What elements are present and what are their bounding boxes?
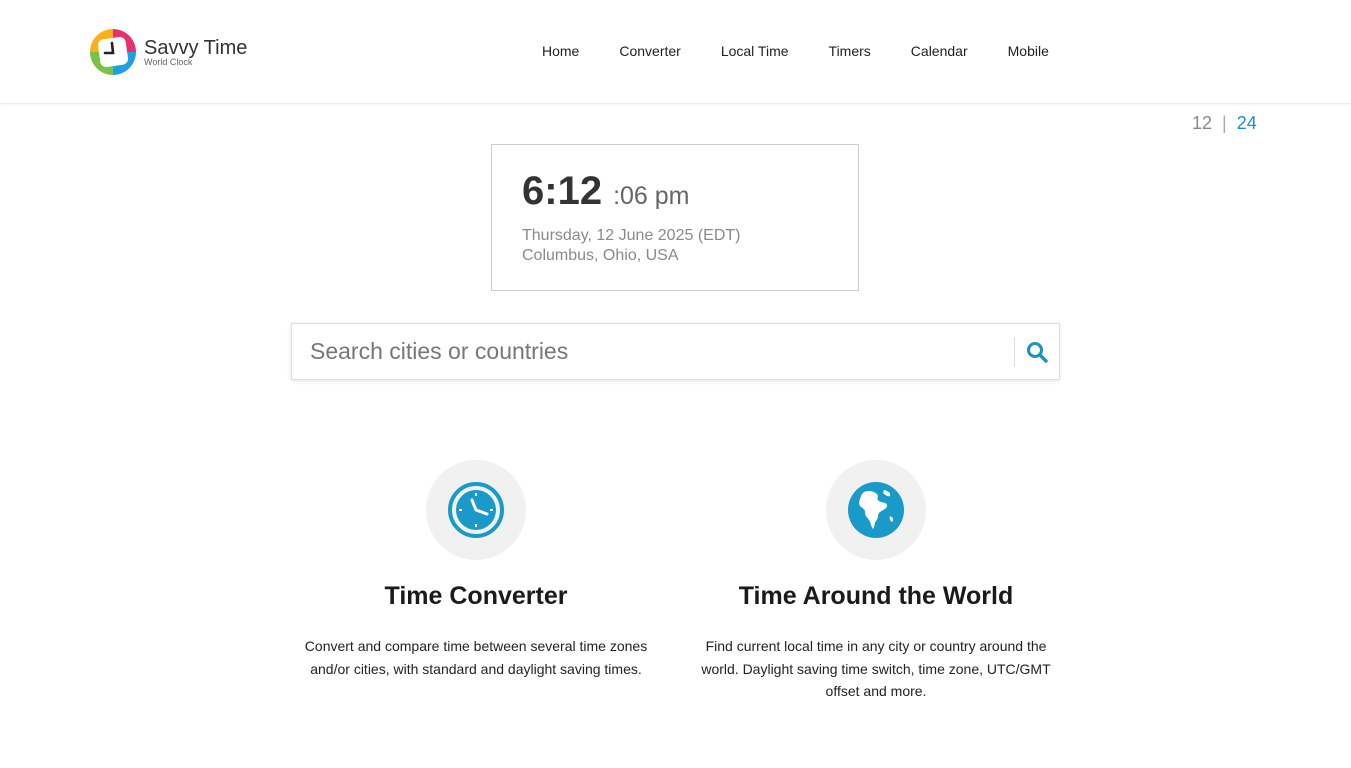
globe-icon bbox=[848, 482, 904, 538]
nav-calendar[interactable]: Calendar bbox=[891, 43, 988, 59]
feature-title[interactable]: Time Around the World bbox=[686, 582, 1066, 611]
nav-local-time[interactable]: Local Time bbox=[701, 43, 809, 59]
clock-date: Thursday, 12 June 2025 (EDT) bbox=[522, 227, 741, 244]
format-separator: | bbox=[1222, 113, 1227, 133]
feature-description: Convert and compare time between several… bbox=[304, 638, 648, 677]
search-input[interactable] bbox=[292, 324, 1014, 379]
nav-mobile[interactable]: Mobile bbox=[988, 43, 1069, 59]
feature-time-around-world[interactable]: Time Around the World Find current local… bbox=[686, 460, 1066, 703]
time-format-toggle: 12 | 24 bbox=[1192, 113, 1257, 134]
feature-icon-circle bbox=[826, 460, 926, 560]
format-24-hour[interactable]: 24 bbox=[1237, 113, 1257, 134]
clock-seconds-meridiem: :06 pm bbox=[613, 182, 690, 210]
local-clock-card: 6:12 :06 pm Thursday, 12 June 2025 (EDT)… bbox=[491, 144, 859, 291]
nav-timers[interactable]: Timers bbox=[809, 43, 891, 59]
main-nav: Home Converter Local Time Timers Calenda… bbox=[522, 43, 1069, 59]
format-12-hour[interactable]: 12 bbox=[1192, 113, 1212, 134]
nav-home[interactable]: Home bbox=[522, 43, 599, 59]
logo-subtitle: World Clock bbox=[144, 56, 193, 67]
clock-time: 6:12 bbox=[522, 169, 603, 213]
search-button[interactable] bbox=[1015, 324, 1059, 379]
nav-converter[interactable]: Converter bbox=[599, 43, 700, 59]
search-bar bbox=[291, 323, 1060, 380]
clock-icon bbox=[448, 482, 504, 538]
logo-clock-icon bbox=[90, 29, 136, 75]
feature-icon-circle bbox=[426, 460, 526, 560]
logo-title: Savvy Time bbox=[144, 36, 248, 59]
clock-location[interactable]: Columbus, Ohio, USA bbox=[522, 246, 858, 266]
feature-time-converter[interactable]: Time Converter Convert and compare time … bbox=[286, 460, 666, 680]
site-header: Savvy Time World Clock Home Converter Lo… bbox=[0, 0, 1351, 104]
search-icon bbox=[1027, 341, 1048, 363]
feature-description: Find current local time in any city or c… bbox=[701, 638, 1051, 699]
feature-title[interactable]: Time Converter bbox=[286, 582, 666, 611]
logo-link[interactable]: Savvy Time World Clock bbox=[90, 29, 247, 75]
